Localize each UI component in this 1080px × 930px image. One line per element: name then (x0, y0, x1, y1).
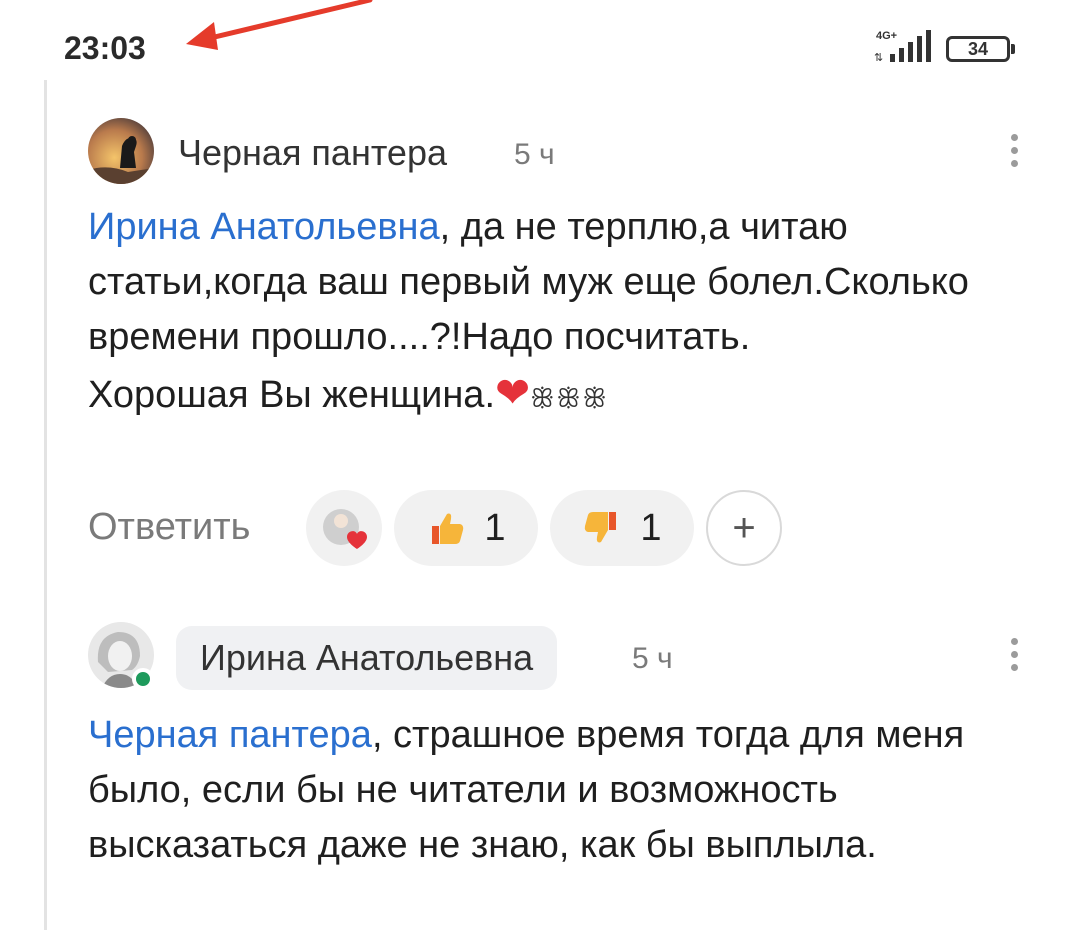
dislike-button[interactable]: 1 (550, 490, 694, 566)
dislike-count: 1 (640, 506, 662, 549)
signal-icon: ⇅ (874, 30, 931, 64)
author-heart-icon (323, 509, 367, 549)
comment-time: 5 ч (514, 138, 555, 171)
avatar-panther[interactable] (88, 118, 154, 184)
author-name[interactable]: Черная пантера (178, 132, 447, 174)
plus-icon: + (732, 505, 756, 550)
clock: 23:03 (64, 30, 146, 66)
sprout-emoji: ꕥꕥꕥ (530, 383, 609, 413)
thumbs-down-icon (585, 512, 617, 543)
online-status-indicator (132, 668, 154, 690)
battery-tip (1011, 44, 1015, 54)
comment-body-line2: Хорошая Вы женщина. (88, 374, 495, 416)
heart-emoji: ❤ (495, 369, 531, 416)
battery-percent: 34 (967, 39, 989, 59)
more-options-icon[interactable] (1004, 638, 1024, 674)
like-button[interactable]: 1 (394, 490, 538, 566)
thumbs-up-icon (432, 513, 464, 544)
author-name-chip[interactable]: Ирина Анатольевна (176, 626, 558, 690)
red-annotation-arrow (186, 0, 373, 50)
more-options-icon[interactable] (1004, 134, 1024, 170)
mention-link[interactable]: Ирина Анатольевна (88, 206, 440, 248)
add-reaction-button[interactable]: + (706, 490, 782, 566)
author-heart-reaction[interactable] (306, 490, 382, 566)
mention-link[interactable]: Черная пантера (88, 714, 372, 756)
comment-text: Черная пантера, страшное время тогда для… (88, 708, 1028, 873)
status-bar: 23:03 4G+ ⇅ 34 (0, 0, 1080, 95)
thread-line (44, 80, 47, 930)
panther-avatar-image (88, 118, 154, 184)
battery-icon: 34 (946, 36, 1010, 62)
reply-button[interactable]: Ответить (88, 506, 250, 549)
comment-actions: Ответить 1 1 + (88, 490, 1048, 570)
comment-text: Ирина Анатольевна, да не терплю,а читаю … (88, 200, 1028, 426)
comment-time: 5 ч (632, 642, 673, 675)
svg-text:⇅: ⇅ (874, 51, 883, 64)
like-count: 1 (484, 506, 506, 549)
